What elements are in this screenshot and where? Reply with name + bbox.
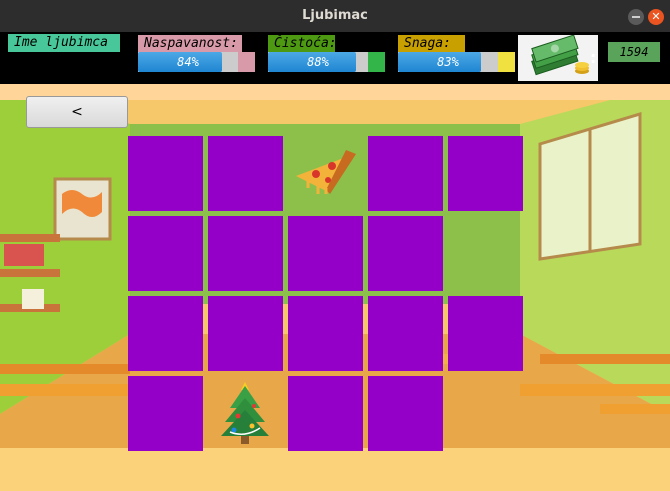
memory-tile[interactable] xyxy=(208,136,283,211)
memory-tile[interactable] xyxy=(368,136,443,211)
minimize-button[interactable] xyxy=(628,9,644,25)
memory-tile[interactable] xyxy=(368,216,443,291)
memory-tile[interactable] xyxy=(128,136,203,211)
strength-indicator xyxy=(498,52,515,72)
memory-tile[interactable] xyxy=(368,376,443,451)
window-title: Ljubimac xyxy=(302,8,368,23)
memory-tile[interactable] xyxy=(368,296,443,371)
memory-tile[interactable] xyxy=(208,216,283,291)
money-value: 1594 xyxy=(608,42,660,62)
window-titlebar: Ljubimac ✕ xyxy=(0,0,670,32)
memory-tile-revealed[interactable] xyxy=(288,136,363,211)
sleepiness-label: Naspavanost: xyxy=(138,35,242,53)
cleanliness-indicator xyxy=(368,52,385,72)
memory-tile[interactable] xyxy=(128,216,203,291)
sleepiness-progress-bar: 84% xyxy=(138,52,255,72)
memory-tile[interactable] xyxy=(288,296,363,371)
strength-progress-bar: 83% xyxy=(398,52,515,72)
memory-tile[interactable] xyxy=(448,136,523,211)
sleepiness-value: 84% xyxy=(177,55,199,69)
christmas-tree-icon xyxy=(221,382,269,444)
strength-label: Snaga: xyxy=(398,35,465,53)
memory-tile[interactable] xyxy=(208,296,283,371)
back-button[interactable]: < xyxy=(26,96,128,128)
memory-tile-revealed[interactable] xyxy=(208,376,283,451)
memory-tile[interactable] xyxy=(288,376,363,451)
pizza-slice-icon xyxy=(296,150,356,194)
memory-tile[interactable] xyxy=(448,296,523,371)
close-button[interactable]: ✕ xyxy=(648,9,664,25)
cleanliness-label: Čistoća: xyxy=(268,35,337,53)
cleanliness-progress-bar: 88% xyxy=(268,52,385,72)
money-separator: : xyxy=(590,48,597,67)
strength-value: 83% xyxy=(437,55,459,69)
memory-tile[interactable] xyxy=(288,216,363,291)
bottom-panel xyxy=(0,448,670,491)
pet-name-label: Ime ljubimca xyxy=(8,34,120,52)
memory-tile[interactable] xyxy=(128,376,203,451)
cleanliness-value: 88% xyxy=(307,55,329,69)
memory-tile[interactable] xyxy=(128,296,203,371)
sleepiness-indicator xyxy=(238,52,255,72)
money-stack-icon xyxy=(518,34,598,81)
